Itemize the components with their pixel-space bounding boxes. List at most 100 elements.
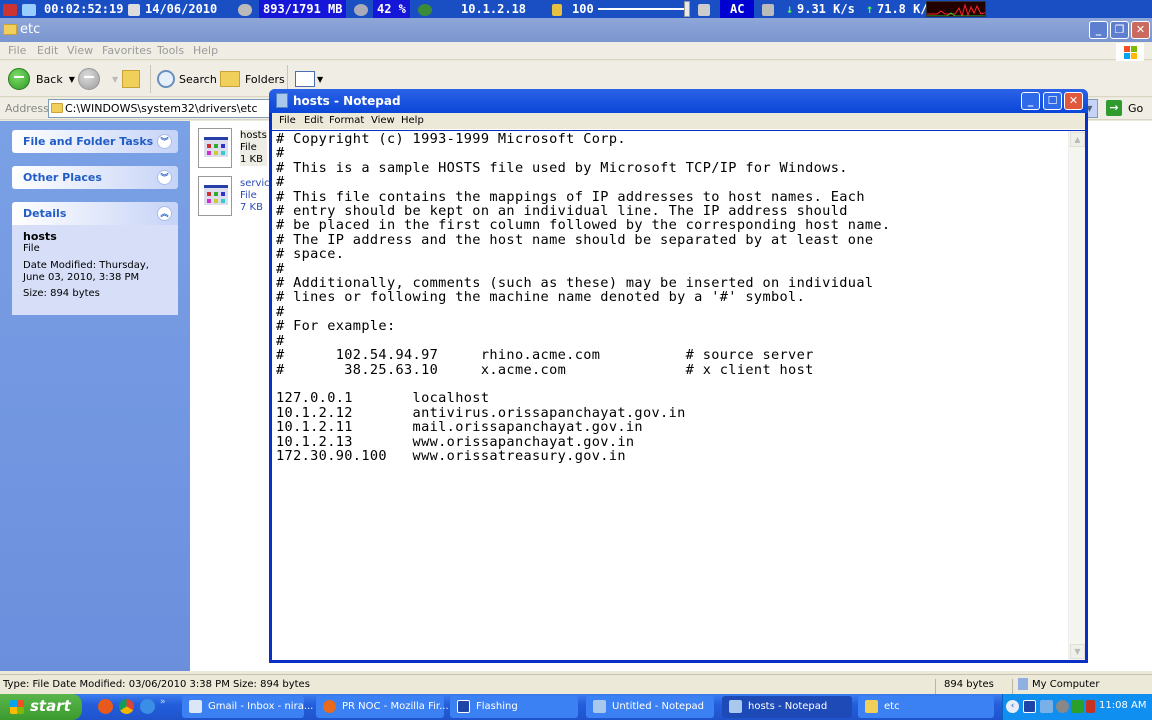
forward-arrow-icon [78,68,100,90]
explorer-title-bar[interactable]: etc _ ❐ ✕ [0,18,1152,42]
menu-tools[interactable]: Tools [157,44,184,57]
folder-icon [3,24,17,35]
back-button[interactable]: Back ▼ [8,67,75,91]
network-icon [762,0,774,18]
date: 14/06/2010 [145,2,218,16]
menu-format[interactable]: Format [329,115,364,126]
status-zone: My Computer [1032,679,1100,690]
go-button[interactable]: → Go [1106,100,1143,116]
menu-file[interactable]: File [279,115,296,126]
views-dropdown-icon[interactable]: ▼ [317,75,323,84]
details-size: Size: 894 bytes [23,288,100,299]
search-button[interactable]: Search [157,67,217,91]
back-dropdown-icon[interactable]: ▼ [69,75,75,84]
task-gmail[interactable]: Gmail - Inbox - nira... [182,696,313,718]
start-button[interactable]: start [0,694,82,720]
task-pane: File and Folder Tasks ︾ Other Places ︾ D… [0,121,190,671]
close-button[interactable]: ✕ [1131,21,1150,39]
windows-flag-icon [10,700,24,714]
tray-network-icon[interactable] [1040,700,1053,713]
vertical-scrollbar[interactable]: ▲ ▼ [1068,131,1085,660]
panel-file-folder-tasks[interactable]: File and Folder Tasks ︾ [12,130,178,153]
task-etc[interactable]: etc [858,696,994,718]
scroll-down-icon[interactable]: ▼ [1070,644,1085,659]
menu-help[interactable]: Help [401,115,424,126]
status-info: Type: File Date Modified: 03/06/2010 3:3… [3,679,310,690]
menu-view[interactable]: View [371,115,395,126]
scroll-up-icon[interactable]: ▲ [1070,132,1085,147]
clock[interactable]: 11:08 AM [1099,700,1146,711]
cpu-icon [354,0,368,18]
panel-title: Details [23,207,67,220]
file-type: File [240,142,257,153]
menu-favorites[interactable]: Favorites [102,44,152,57]
memory-usage: 893/1791 MB [259,0,347,18]
back-label: Back [36,72,63,86]
task-hosts-notepad[interactable]: hosts - Notepad [722,696,852,718]
notepad-menu-bar: File Edit Format View Help [272,113,1085,130]
system-tray: ‹ 11:08 AM [1002,694,1152,720]
notepad-title: hosts - Notepad [293,94,401,108]
maximize-button[interactable]: ☐ [1043,92,1062,110]
forward-button[interactable]: ▼ [78,67,118,91]
taskbar: start » Gmail - Inbox - nira... PR NOC -… [0,694,1152,720]
task-flashing[interactable]: Flashing [450,696,578,718]
file-size: 1 KB [240,154,263,165]
menu-help[interactable]: Help [193,44,218,57]
hosts-file-content[interactable]: # Copyright (c) 1993-1999 Microsoft Corp… [276,132,890,463]
internet-explorer-icon[interactable] [140,699,155,714]
go-label: Go [1128,101,1144,115]
status-divider [935,679,936,695]
computer-icon [22,0,36,18]
tray-expand-icon[interactable]: ‹ [1006,700,1019,713]
expand-chevron-icon[interactable]: ︾ [157,134,172,149]
up-folder-button[interactable] [122,67,140,91]
task-untitled-notepad[interactable]: Untitled - Notepad [586,696,714,718]
file-name: hosts [240,130,267,141]
tray-p-icon[interactable] [1071,700,1084,713]
minimize-button[interactable]: _ [1089,21,1108,39]
volume-icon[interactable] [1086,700,1095,713]
minimize-button[interactable]: _ [1021,92,1040,110]
download-arrow-icon: ↓ [786,2,794,16]
views-button[interactable]: ▼ [295,67,323,91]
task-icon [457,700,470,713]
panel-title: File and Folder Tasks [23,135,154,148]
tray-utility-icon[interactable] [1056,700,1069,713]
notepad-window: hosts - Notepad _ ☐ ✕ File Edit Format V… [269,89,1088,663]
speaker-icon[interactable] [552,0,562,18]
opera-icon[interactable] [98,699,113,714]
task-firefox[interactable]: PR NOC - Mozilla Fir... [316,696,449,718]
forward-dropdown-icon[interactable]: ▼ [112,75,118,84]
toolbar-separator [150,65,151,93]
system-file-icon [198,128,232,168]
collapse-chevron-icon[interactable]: ︽ [157,206,172,221]
volume-slider-track[interactable] [598,8,686,10]
system-monitor-bar: 00:02:52:19 14/06/2010 893/1791 MB 42 % … [0,0,1152,18]
restore-button[interactable]: ❐ [1110,21,1129,39]
details-filename: hosts [23,230,57,243]
folders-label: Folders [245,72,285,86]
panel-other-places[interactable]: Other Places ︾ [12,166,178,189]
chrome-icon[interactable] [119,699,134,714]
notepad-title-bar[interactable]: hosts - Notepad _ ☐ ✕ [269,89,1088,113]
close-button[interactable]: ✕ [1064,92,1083,110]
panel-details[interactable]: Details ︽ [12,202,178,225]
app-icon[interactable] [3,0,17,18]
expand-chevron-icon[interactable]: ︾ [157,170,172,185]
uptime: 00:02:52:19 [44,2,124,16]
tray-app-icon[interactable] [1023,700,1036,713]
menu-view[interactable]: View [67,44,93,57]
address-label: Address [5,102,49,115]
menu-file[interactable]: File [8,44,26,57]
explorer-title: etc [20,22,41,37]
upload-arrow-icon: ↑ [866,2,874,16]
folders-button[interactable]: Folders [220,67,285,91]
my-computer-icon [1018,678,1028,690]
quicklaunch-overflow-icon[interactable]: » [160,697,166,707]
notepad-text-area[interactable]: # Copyright (c) 1993-1999 Microsoft Corp… [272,131,1085,660]
ip-address: 10.1.2.18 [461,2,527,16]
volume-slider-thumb[interactable] [684,1,690,17]
menu-edit[interactable]: Edit [37,44,58,57]
menu-edit[interactable]: Edit [304,115,323,126]
